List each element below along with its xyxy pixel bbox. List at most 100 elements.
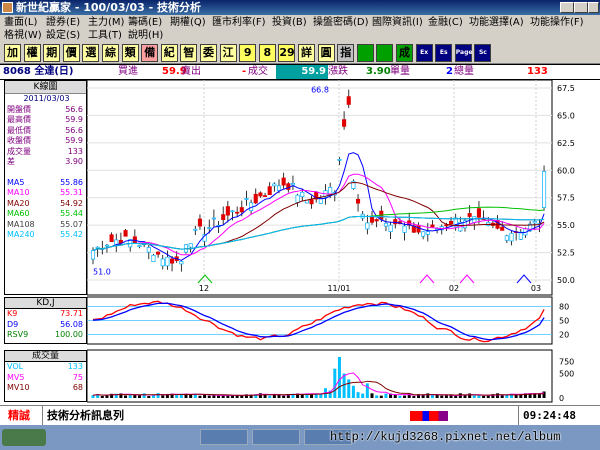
toolbar-button[interactable]: Page	[454, 44, 472, 62]
diff-label: 漲跌	[328, 66, 348, 77]
menu-item[interactable]: 操盤密碼(D)	[313, 16, 369, 29]
volume-bar	[356, 392, 360, 398]
maximize-button[interactable]	[574, 2, 588, 13]
candle-body	[365, 222, 370, 230]
volume-bar	[421, 395, 425, 398]
candle-body	[276, 185, 282, 191]
toolbar-button[interactable]: 備	[141, 44, 159, 62]
taskbar-app[interactable]	[252, 429, 300, 445]
toolbar-button[interactable]: 紀	[160, 44, 178, 62]
volume-bar	[91, 395, 95, 398]
close-button[interactable]	[588, 2, 599, 13]
panel-header: K線圖	[5, 81, 86, 94]
candle-body	[518, 231, 523, 240]
menu-item[interactable]: 說明(H)	[128, 29, 163, 42]
volume-tick-label: 500	[559, 370, 574, 379]
menu-item[interactable]: 功能操作(F)	[530, 16, 584, 29]
toolbar-button[interactable]	[356, 44, 374, 62]
menu-item[interactable]: 主力(M)	[88, 16, 124, 29]
volume-bar	[138, 395, 141, 398]
taskbar-app[interactable]	[200, 429, 248, 445]
price-tick-label: 52.5	[557, 249, 575, 258]
volume-bar	[384, 393, 388, 398]
candle-body	[281, 177, 286, 186]
candle-body	[342, 119, 347, 127]
info-value: 73.71	[60, 309, 83, 318]
menu-item[interactable]: 籌碼(E)	[128, 16, 162, 29]
toolbar-button[interactable]: 委	[200, 44, 217, 62]
info-label: 開盤價	[7, 104, 31, 114]
menu-item[interactable]: 工具(T)	[88, 29, 122, 42]
info-value: 56.6	[65, 104, 83, 114]
info-value: 55.42	[60, 230, 83, 239]
info-label: VOL	[7, 362, 24, 371]
volume-bar	[282, 395, 286, 398]
volume-panel-header: 成交量	[4, 350, 87, 362]
toolbar-button[interactable]: 類	[121, 44, 139, 62]
volume-bar	[440, 395, 444, 398]
toolbar-button[interactable]: 9	[239, 44, 257, 62]
toolbar-button[interactable]: 綜	[102, 44, 119, 62]
volume-bar	[361, 393, 365, 398]
menu-item[interactable]: 格視(W)	[4, 29, 42, 42]
info-label: MA60	[7, 209, 30, 218]
volume-bar	[128, 395, 132, 398]
toolbar-button[interactable]: Es	[435, 44, 453, 62]
toolbar-button[interactable]: 8	[258, 44, 276, 62]
volume-bar	[161, 395, 165, 398]
candle-body	[346, 96, 351, 105]
toolbar-button[interactable]: 指	[337, 44, 355, 62]
info-label: D9	[7, 319, 19, 329]
menu-item[interactable]: 國際資訊(I)	[372, 16, 423, 29]
info-label: MV10	[7, 383, 30, 392]
date-tick-label: 03	[531, 284, 541, 293]
toolbar-button[interactable]: 江	[219, 44, 237, 62]
volume-bar	[333, 368, 337, 398]
candle-body	[449, 220, 454, 225]
volume-bar	[542, 391, 546, 398]
toolbar-button[interactable]	[376, 44, 394, 62]
candle-body	[258, 192, 263, 197]
menu-item[interactable]: 金融(C)	[428, 16, 463, 29]
toolbar-button[interactable]: 加	[4, 44, 21, 62]
info-row: 最低價 56.6	[5, 126, 86, 137]
toolbar-button[interactable]: 圓	[317, 44, 335, 62]
sell-price: -	[242, 66, 247, 77]
info-value: 68	[72, 383, 83, 392]
toolbar-button[interactable]: 29	[278, 44, 296, 62]
candle-body	[504, 235, 509, 241]
menu-item[interactable]: 設定(S)	[46, 29, 80, 42]
toolbar-button[interactable]: 智	[180, 44, 198, 62]
volume-bar	[403, 395, 407, 398]
toolbar-button[interactable]: 價	[62, 44, 80, 62]
toolbar-button[interactable]: 成	[396, 44, 413, 62]
trade-price: 59.9	[276, 65, 328, 79]
volume-bar	[398, 395, 402, 398]
candle-body	[309, 199, 314, 205]
toolbar-button[interactable]: Sc	[474, 44, 492, 62]
info-label: 差	[7, 157, 15, 166]
info-value: 55.31	[60, 188, 83, 197]
toolbar-button[interactable]: 權	[23, 44, 41, 62]
volume-bar	[365, 383, 369, 398]
minimize-button[interactable]	[560, 2, 574, 13]
toolbar-button[interactable]: Ex	[415, 44, 433, 62]
volume-bar	[337, 356, 341, 398]
menu-item[interactable]: 功能選擇(A)	[469, 16, 524, 29]
menu-item[interactable]: 匯市利率(F)	[212, 16, 266, 29]
start-button[interactable]	[2, 429, 46, 446]
status-bar: 精誠 技術分析訊息列 09:24:48	[0, 405, 600, 426]
menu-item[interactable]: 證券(E)	[46, 16, 80, 29]
price-chart[interactable]: 67.5 65.0 62.5 60.0 57.5 55.0 52.5 50.0 12 11/01 0…	[87, 80, 600, 405]
menu-item[interactable]: 投資(B)	[272, 16, 307, 29]
candle-body	[188, 243, 193, 248]
candle-body	[225, 206, 230, 216]
toolbar-button[interactable]: 期	[43, 44, 61, 62]
menu-item[interactable]: 畫面(L)	[4, 16, 37, 29]
info-value: 3.90	[65, 157, 83, 166]
toolbar-button[interactable]: 詳	[298, 44, 315, 62]
menu-item[interactable]: 期權(Q)	[170, 16, 206, 29]
volume-bar	[454, 396, 458, 398]
toolbar-button[interactable]: 選	[82, 44, 100, 62]
info-value: 59.9	[65, 115, 83, 124]
